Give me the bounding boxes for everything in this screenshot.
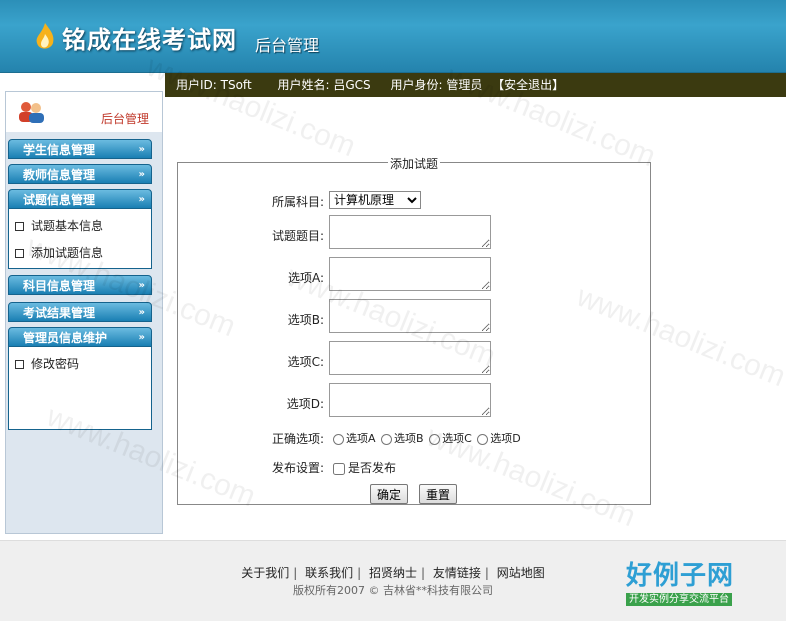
question-textarea[interactable]: [329, 215, 491, 249]
footer-link-friends[interactable]: 友情链接: [433, 566, 481, 580]
answer-d-radio[interactable]: [477, 433, 489, 445]
menu-question-panel: 试题基本信息 添加试题信息: [8, 209, 152, 269]
square-bullet-icon: [15, 249, 24, 258]
answer-d-text: 选项D: [490, 432, 521, 445]
menu-question-info[interactable]: 试题信息管理 »: [8, 189, 152, 209]
sidebar-title: 后台管理: [101, 112, 150, 126]
publish-label: 发布设置:: [271, 461, 324, 475]
publish-checkbox[interactable]: [333, 462, 345, 475]
site-subtitle: 后台管理: [255, 36, 320, 55]
footer-link-about[interactable]: 关于我们: [241, 566, 289, 580]
answer-a-radio[interactable]: [333, 433, 344, 445]
footer-separator: |: [357, 566, 362, 580]
menu-student-info[interactable]: 学生信息管理 »: [8, 139, 152, 159]
add-question-fieldset: [177, 162, 651, 505]
menu-exam-results[interactable]: 考试结果管理 »: [8, 302, 152, 322]
answer-b-option[interactable]: 选项B: [381, 432, 424, 445]
chevron-down-icon: »: [138, 169, 145, 180]
menu-admin-panel: 修改密码: [8, 347, 152, 430]
answer-c-option[interactable]: 选项C: [429, 432, 472, 445]
footer-separator: |: [484, 566, 489, 580]
subject-label: 所属科目:: [271, 195, 324, 209]
footer-separator: |: [421, 566, 426, 580]
option-b-textarea[interactable]: [329, 299, 491, 333]
menu-item-label: 添加试题信息: [31, 246, 104, 260]
option-d-label: 选项D:: [286, 397, 324, 411]
flame-icon: [36, 23, 54, 49]
menu-item-add-question[interactable]: 添加试题信息: [15, 244, 103, 261]
subject-select[interactable]: 计算机原理: [329, 191, 421, 209]
option-d-textarea[interactable]: [329, 383, 491, 417]
answer-a-option[interactable]: 选项A: [333, 432, 376, 445]
option-c-textarea[interactable]: [329, 341, 491, 375]
publish-checkbox-text: 是否发布: [348, 461, 397, 475]
chevron-down-icon: »: [138, 144, 145, 155]
answer-b-text: 选项B: [394, 432, 424, 445]
menu-label: 科目信息管理: [23, 279, 96, 293]
answer-a-text: 选项A: [346, 432, 376, 445]
menu-item-label: 修改密码: [31, 357, 80, 371]
menu-admin-maintenance[interactable]: 管理员信息维护 »: [8, 327, 152, 347]
menu-item-question-basic[interactable]: 试题基本信息: [15, 217, 103, 234]
logo-title: 好例子网: [626, 561, 735, 591]
option-a-label: 选项A:: [287, 271, 324, 285]
publish-option[interactable]: 是否发布: [333, 459, 396, 476]
user-role: 用户身份: 管理员: [390, 78, 483, 92]
option-c-label: 选项C:: [287, 355, 324, 369]
answer-c-radio[interactable]: [429, 433, 441, 445]
submit-button[interactable]: 确定: [370, 484, 409, 504]
option-b-label: 选项B:: [287, 313, 324, 327]
footer-link-jobs[interactable]: 招贤纳士: [369, 566, 417, 580]
question-label: 试题题目:: [271, 229, 324, 243]
answer-d-option[interactable]: 选项D: [477, 432, 521, 445]
answer-b-radio[interactable]: [381, 433, 393, 445]
footer-link-sitemap[interactable]: 网站地图: [497, 566, 545, 580]
logo-subtitle: 开发实例分享交流平台: [626, 593, 732, 606]
menu-label: 考试结果管理: [23, 306, 96, 320]
option-a-textarea[interactable]: [329, 257, 491, 291]
form-legend: 添加试题: [388, 155, 441, 172]
answer-radio-group: 选项A 选项B 选项C 选项D: [333, 430, 523, 446]
menu-label: 学生信息管理: [23, 143, 96, 157]
menu-label: 试题信息管理: [23, 193, 96, 207]
menu-subject-info[interactable]: 科目信息管理 »: [8, 275, 152, 295]
site-header: 铭成在线考试网 后台管理: [0, 0, 786, 73]
answer-label: 正确选项:: [271, 432, 324, 446]
haolizi-logo: 好例子网 开发实例分享交流平台: [626, 562, 754, 610]
chevron-down-icon: »: [138, 307, 145, 318]
logout-link[interactable]: 【安全退出】: [492, 73, 564, 97]
menu-teacher-info[interactable]: 教师信息管理 »: [8, 164, 152, 184]
menu-label: 教师信息管理: [23, 168, 96, 182]
reset-button[interactable]: 重置: [419, 484, 458, 504]
footer-separator: |: [293, 566, 298, 580]
chevron-down-icon: »: [138, 194, 145, 205]
chevron-down-icon: »: [138, 332, 145, 343]
users-icon: [19, 102, 44, 123]
menu-label: 管理员信息维护: [23, 331, 108, 345]
sidebar-header: 后台管理: [6, 92, 162, 132]
user-info-bar: 用户ID: TSoft 用户姓名: 吕GCS 用户身份: 管理员 【安全退出】: [165, 73, 786, 97]
user-id: 用户ID: TSoft: [176, 78, 252, 92]
answer-c-text: 选项C: [442, 432, 472, 445]
menu-item-change-password[interactable]: 修改密码: [15, 355, 79, 372]
square-bullet-icon: [15, 222, 24, 231]
menu-item-label: 试题基本信息: [31, 219, 104, 233]
square-bullet-icon: [15, 360, 24, 369]
chevron-down-icon: »: [138, 280, 145, 291]
user-name: 用户姓名: 吕GCS: [277, 78, 371, 92]
site-brand: 铭成在线考试网: [62, 26, 237, 54]
footer-link-contact[interactable]: 联系我们: [305, 566, 353, 580]
